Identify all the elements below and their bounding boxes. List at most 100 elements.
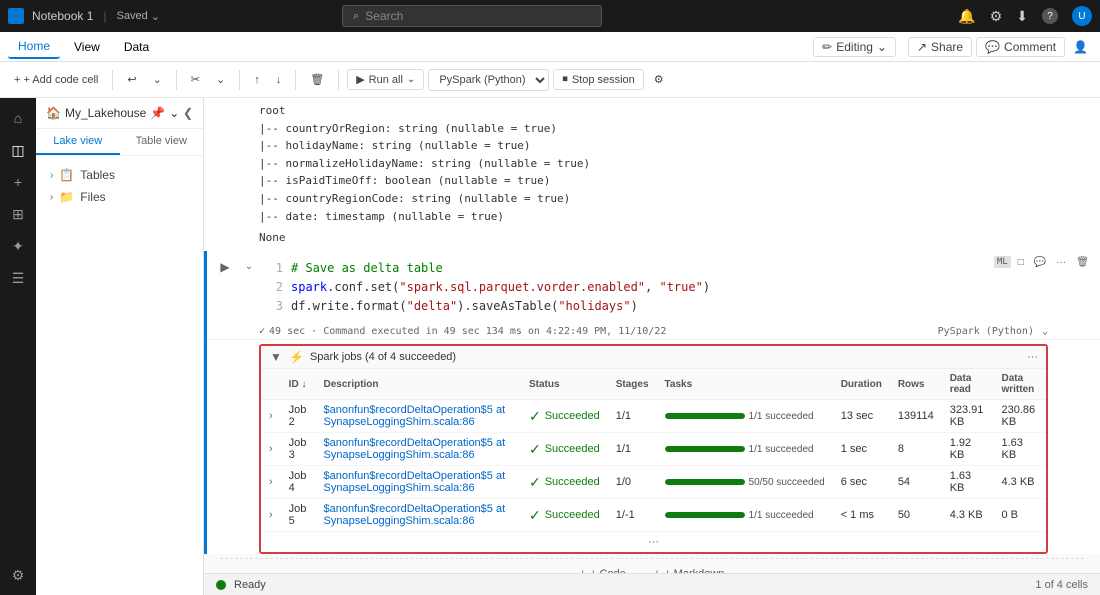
th-data-read: Data read	[942, 369, 994, 400]
cell-5-kernel-chevron[interactable]: ⌄	[1042, 326, 1048, 337]
user-icon[interactable]: U	[1072, 6, 1092, 26]
row-status-0: ✓ Succeeded	[521, 400, 608, 433]
editing-label: Editing	[836, 40, 873, 54]
menu-view[interactable]: View	[64, 36, 110, 58]
help-icon[interactable]: ?	[1042, 8, 1058, 24]
nav-ai-icon[interactable]: ✦	[6, 234, 30, 258]
status-bar: Ready 1 of 4 cells	[204, 573, 1100, 595]
sidebar-item-files[interactable]: › 📁 Files	[44, 186, 195, 208]
sidebar-collapse-btn[interactable]: ❮	[183, 106, 193, 120]
add-code-btn[interactable]: + + Code	[572, 565, 634, 573]
spark-jobs-collapse-btn[interactable]: ▼	[269, 350, 283, 364]
th-stages: Stages	[608, 369, 657, 400]
row-id-1: Job 3	[281, 433, 316, 466]
search-placeholder: Search	[365, 9, 403, 23]
left-nav: ⌂ ◫ + ⊞ ✦ ☰ ⚙	[0, 98, 36, 595]
undo-btn[interactable]: ↩	[121, 70, 142, 89]
gear-icon[interactable]: ⚙	[990, 8, 1003, 25]
profile-btn[interactable]: 👤	[1069, 40, 1092, 54]
tab-table-view[interactable]: Table view	[120, 129, 204, 155]
download-icon[interactable]: ⬇	[1016, 8, 1028, 25]
kernel-select[interactable]: PySpark (Python)	[428, 69, 549, 91]
spark-jobs-container: ▼ ⚡ Spark jobs (4 of 4 succeeded) ··· ID…	[259, 344, 1048, 554]
row-expand-btn-1[interactable]: ›	[261, 433, 281, 466]
search-box[interactable]: ⌕ Search	[342, 5, 602, 27]
output-line-4: |-- isPaidTimeOff: boolean (nullable = t…	[259, 172, 1084, 190]
row-expand-btn-3[interactable]: ›	[261, 499, 281, 532]
th-tasks: Tasks	[657, 369, 833, 400]
editing-badge[interactable]: ✏ Editing ⌄	[813, 37, 896, 57]
row-id-2: Job 4	[281, 466, 316, 499]
move-down-btn[interactable]: ↓	[270, 71, 288, 89]
add-icon: +	[14, 74, 20, 86]
th-rows: Rows	[890, 369, 942, 400]
output-root: root	[259, 102, 1084, 120]
delete-btn[interactable]: 🗑	[304, 70, 330, 89]
cell-more-btn[interactable]: ···	[1053, 255, 1069, 270]
th-id[interactable]: ID ↓	[281, 369, 316, 400]
tables-icon: 📋	[59, 168, 74, 182]
menu-data[interactable]: Data	[114, 36, 159, 58]
row-expand-btn-0[interactable]: ›	[261, 400, 281, 433]
cell-delete-btn[interactable]: 🗑	[1073, 255, 1092, 270]
files-arrow: ›	[50, 192, 53, 203]
cell-5-status: ✓ 49 sec · Command executed in 49 sec 13…	[207, 324, 1100, 340]
row-duration-3: < 1 ms	[833, 499, 890, 532]
row-data-written-1: 1.63 KB	[993, 433, 1046, 466]
th-status: Status	[521, 369, 608, 400]
toolbar: + + Add code cell ↩ ⌄ ✂ ⌄ ↑ ↓ 🗑 ▶ Run al…	[0, 62, 1100, 98]
tab-lake-view[interactable]: Lake view	[36, 129, 120, 155]
row-desc-3[interactable]: $anonfun$recordDeltaOperation$5 at Synap…	[316, 499, 521, 532]
sidebar-item-tables[interactable]: › 📋 Tables	[44, 164, 195, 186]
output-line-5: |-- countryRegionCode: string (nullable …	[259, 190, 1084, 208]
sidebar: 🏠 My_Lakehouse 📌 ⌄ ❮ Lake view Table vie…	[36, 98, 204, 595]
cell-variable-btn[interactable]: □	[1015, 255, 1027, 270]
spark-jobs-icon: ⚡	[289, 350, 304, 364]
output-line-6: |-- date: timestamp (nullable = true)	[259, 208, 1084, 226]
pencil-icon: ✏	[822, 40, 832, 54]
th-data-written: Data written	[993, 369, 1046, 400]
cut-dropdown[interactable]: ⌄	[210, 70, 231, 89]
nav-create-icon[interactable]: +	[6, 170, 30, 194]
cell-comment-btn[interactable]: 💬	[1031, 255, 1049, 270]
menu-home[interactable]: Home	[8, 35, 60, 59]
sidebar-title-chevron[interactable]: ⌄	[169, 106, 179, 120]
cell-5-run-btn[interactable]: ▶	[215, 257, 235, 277]
row-data-written-3: 0 B	[993, 499, 1046, 532]
run-all-button[interactable]: ▶ Run all ⌄	[347, 69, 424, 90]
config-btn[interactable]: ⚙	[648, 70, 670, 89]
undo-dropdown[interactable]: ⌄	[147, 70, 168, 89]
move-up-btn[interactable]: ↑	[248, 71, 266, 89]
sidebar-tabs: Lake view Table view	[36, 129, 203, 156]
row-stages-0: 1/1	[608, 400, 657, 433]
add-markdown-btn[interactable]: + + Markdown	[646, 565, 733, 573]
app-icon	[8, 8, 24, 24]
sidebar-header: 🏠 My_Lakehouse 📌 ⌄ ❮	[36, 98, 203, 129]
row-desc-1[interactable]: $anonfun$recordDeltaOperation$5 at Synap…	[316, 433, 521, 466]
output-none: None	[259, 229, 1084, 247]
nav-explore-icon[interactable]: ◫	[6, 138, 30, 162]
comment-button[interactable]: 💬 Comment	[976, 37, 1065, 57]
nav-monitor-icon[interactable]: ☰	[6, 266, 30, 290]
add-cell-btn[interactable]: + + Add code cell	[8, 71, 104, 89]
nav-home-icon[interactable]: ⌂	[6, 106, 30, 130]
stop-session-button[interactable]: ⏹ Stop session	[553, 69, 643, 90]
cell-5-toolbar: ML □ 💬 ··· 🗑	[994, 255, 1092, 270]
cell-5-status-text: 49 sec · Command executed in 49 sec 134 …	[269, 326, 666, 337]
cut-btn[interactable]: ✂	[185, 70, 206, 89]
toolbar-sep-1	[112, 70, 113, 90]
nav-workloads-icon[interactable]: ⊞	[6, 202, 30, 226]
add-code-label: + Code	[590, 568, 626, 573]
spark-job-row: › Job 5 $anonfun$recordDeltaOperation$5 …	[261, 499, 1046, 532]
row-expand-btn-2[interactable]: ›	[261, 466, 281, 499]
output-line-3: |-- normalizeHolidayName: string (nullab…	[259, 155, 1084, 173]
row-desc-0[interactable]: $anonfun$recordDeltaOperation$5 at Synap…	[316, 400, 521, 433]
comment-label: Comment	[1004, 40, 1056, 54]
cell-5-chevron-btn[interactable]: ⌄	[239, 257, 259, 277]
spark-job-row: › Job 4 $anonfun$recordDeltaOperation$5 …	[261, 466, 1046, 499]
share-button[interactable]: ↗ Share	[908, 37, 972, 57]
row-desc-2[interactable]: $anonfun$recordDeltaOperation$5 at Synap…	[316, 466, 521, 499]
bell-icon[interactable]: 🔔	[958, 8, 975, 25]
spark-jobs-more-btn[interactable]: ···	[1027, 351, 1038, 363]
nav-settings-icon[interactable]: ⚙	[6, 563, 30, 587]
